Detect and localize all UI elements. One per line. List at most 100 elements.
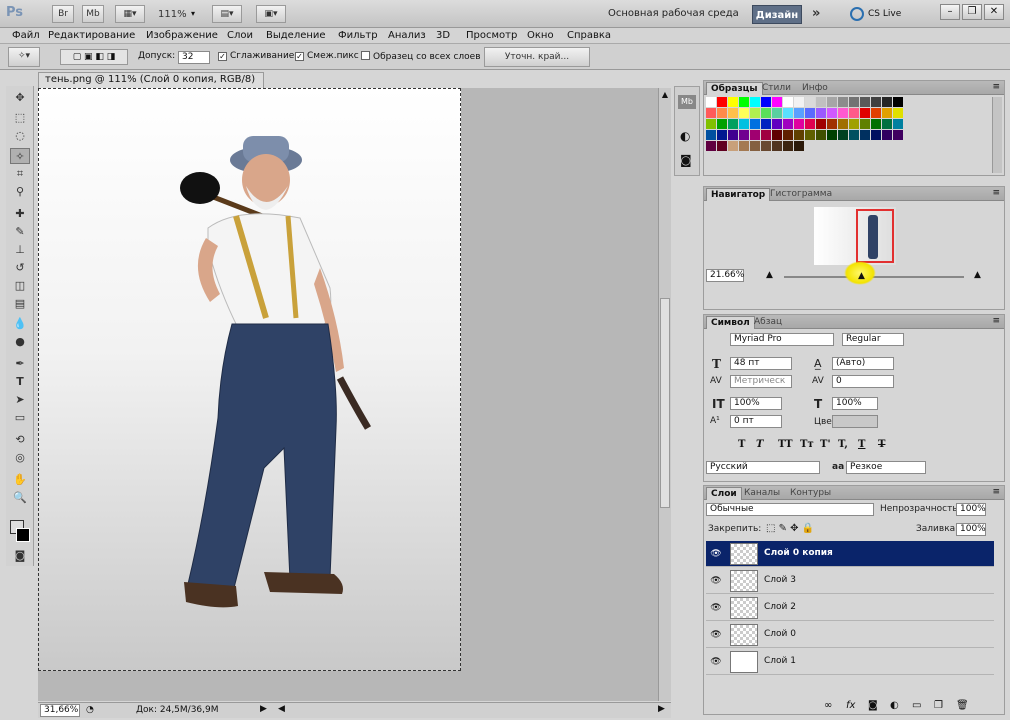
swatch[interactable] — [860, 119, 870, 129]
font-size-input[interactable]: 48 пт — [730, 357, 792, 370]
swatch[interactable] — [706, 130, 716, 140]
opacity-input[interactable]: 100% — [956, 503, 986, 516]
swatch[interactable] — [761, 119, 771, 129]
panel-menu-icon[interactable]: ≡ — [992, 487, 1000, 497]
underline-button[interactable]: T — [858, 439, 865, 450]
zoom-level[interactable]: 111% — [158, 9, 187, 20]
eyedropper-icon[interactable]: ⚲ — [10, 184, 30, 200]
swatch[interactable] — [794, 141, 804, 151]
swatch[interactable] — [706, 108, 716, 118]
eye-icon[interactable]: 👁 — [710, 629, 722, 641]
magic-wand-preset-icon[interactable]: ✧▾ — [8, 47, 40, 67]
refine-edge-button[interactable]: Уточн. край... — [484, 47, 590, 67]
swatch[interactable] — [728, 108, 738, 118]
font-family-select[interactable]: Myriad Pro — [730, 333, 834, 346]
swatch[interactable] — [706, 141, 716, 151]
eye-icon[interactable]: 👁 — [710, 548, 722, 560]
swatch[interactable] — [794, 119, 804, 129]
close-icon[interactable]: ✕ — [984, 4, 1004, 20]
swatch[interactable] — [816, 119, 826, 129]
zoom-slider-thumb[interactable]: ▲ — [858, 271, 865, 281]
arrange-documents-button[interactable]: ▤▾ — [212, 5, 242, 23]
swatch[interactable] — [893, 119, 903, 129]
swatch[interactable] — [849, 108, 859, 118]
swatch[interactable] — [739, 97, 749, 107]
swatch[interactable] — [849, 97, 859, 107]
scroll-up-icon[interactable]: ▲ — [660, 90, 670, 100]
menu-analysis[interactable]: Анализ — [388, 30, 426, 41]
new-layer-icon[interactable]: ❐ — [934, 700, 943, 711]
swatch[interactable] — [772, 97, 782, 107]
antialias-select[interactable]: Резкое — [846, 461, 926, 474]
antialias-checkbox[interactable]: ✓ Сглаживание — [218, 51, 294, 61]
menu-3d[interactable]: 3D — [436, 30, 450, 41]
design-workspace-button[interactable]: Дизайн — [752, 5, 802, 24]
swatch[interactable] — [717, 97, 727, 107]
swatch[interactable] — [761, 97, 771, 107]
fx-icon[interactable]: fx — [846, 700, 855, 711]
swatch[interactable] — [871, 130, 881, 140]
3d-orbit-icon[interactable]: ◎ — [10, 450, 30, 466]
screen-mode-button[interactable]: ▣▾ — [256, 5, 286, 23]
swatch[interactable] — [783, 108, 793, 118]
minimize-icon[interactable]: – — [940, 4, 960, 20]
text-color-swatch[interactable] — [832, 415, 878, 428]
tab-info[interactable]: Инфо — [798, 82, 832, 95]
cs-live-label[interactable]: CS Live — [868, 9, 901, 19]
zoom-in-icon[interactable]: ▲ — [974, 270, 981, 280]
gradient-icon[interactable]: ▤ — [10, 296, 30, 312]
blend-mode-select[interactable]: Обычные — [706, 503, 874, 516]
swatch[interactable] — [794, 108, 804, 118]
swatch[interactable] — [783, 141, 793, 151]
swatch[interactable] — [783, 119, 793, 129]
eye-icon[interactable]: 👁 — [710, 575, 722, 587]
move-icon[interactable]: ✥ — [10, 90, 30, 106]
swatch[interactable] — [860, 108, 870, 118]
document-canvas[interactable] — [38, 88, 461, 671]
faux-bold-button[interactable]: T — [738, 439, 745, 450]
crop-icon[interactable]: ⌗ — [10, 166, 30, 182]
language-select[interactable]: Русский — [706, 461, 820, 474]
panel-menu-icon[interactable]: ≡ — [992, 316, 1000, 326]
swatch[interactable] — [882, 119, 892, 129]
swatch[interactable] — [827, 97, 837, 107]
swatch[interactable] — [882, 108, 892, 118]
swatch[interactable] — [739, 130, 749, 140]
swatch[interactable] — [750, 141, 760, 151]
eraser-icon[interactable]: ◫ — [10, 278, 30, 294]
vertical-scale-input[interactable]: 100% — [730, 397, 782, 410]
tab-navigator[interactable]: Навигатор — [706, 188, 771, 201]
swatch[interactable] — [750, 130, 760, 140]
navigator-zoom-input[interactable]: 21.66% — [706, 269, 744, 282]
swatch[interactable] — [882, 97, 892, 107]
navigator-thumbnail[interactable] — [814, 207, 896, 265]
shape-icon[interactable]: ▭ — [10, 410, 30, 426]
swatch[interactable] — [849, 130, 859, 140]
swatch[interactable] — [706, 119, 716, 129]
swatch[interactable] — [728, 119, 738, 129]
lasso-icon[interactable]: ◌ — [10, 128, 30, 144]
status-menu-arrow-icon[interactable]: ▶ — [260, 704, 267, 714]
brush-icon[interactable]: ✎ — [10, 224, 30, 240]
magic-wand-icon[interactable]: ✧ — [10, 148, 30, 164]
folder-icon[interactable]: ▭ — [912, 700, 921, 711]
menu-filter[interactable]: Фильтр — [338, 30, 378, 41]
swatch[interactable] — [860, 97, 870, 107]
swatch[interactable] — [750, 97, 760, 107]
sample-all-layers-checkbox[interactable]: Образец со всех слоев — [361, 51, 481, 62]
pen-icon[interactable]: ✒ — [10, 356, 30, 372]
baseline-shift-input[interactable]: 0 пт — [730, 415, 782, 428]
foreground-color-swatch[interactable] — [16, 528, 30, 542]
swatch[interactable] — [816, 97, 826, 107]
actions-panel-icon[interactable]: ◙ — [680, 153, 692, 167]
view-extras-button[interactable]: ▦▾ — [115, 5, 145, 23]
tolerance-input[interactable]: 32 — [178, 51, 210, 64]
hand-icon[interactable]: ✋ — [10, 472, 30, 488]
fill-input[interactable]: 100% — [956, 523, 986, 536]
menu-select[interactable]: Выделение — [266, 30, 326, 41]
history-brush-icon[interactable]: ↺ — [10, 260, 30, 276]
stamp-icon[interactable]: ⊥ — [10, 242, 30, 258]
layer-row[interactable]: 👁 Слой 1 — [706, 649, 994, 675]
link-icon[interactable]: ∞ — [824, 700, 832, 711]
tab-paths[interactable]: Контуры — [786, 487, 835, 500]
